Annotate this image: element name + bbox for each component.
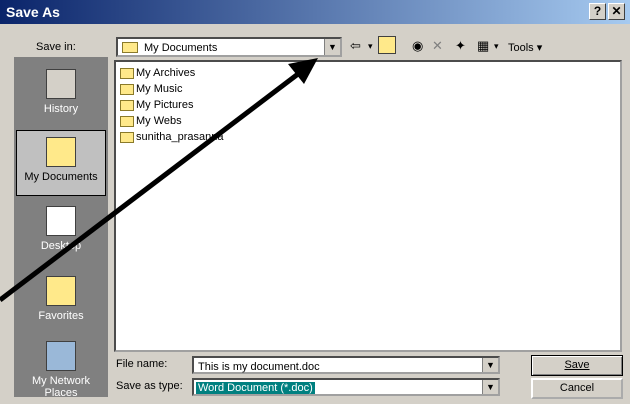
arrow-shaft (0, 72, 300, 302)
annotation-arrow (0, 58, 318, 302)
